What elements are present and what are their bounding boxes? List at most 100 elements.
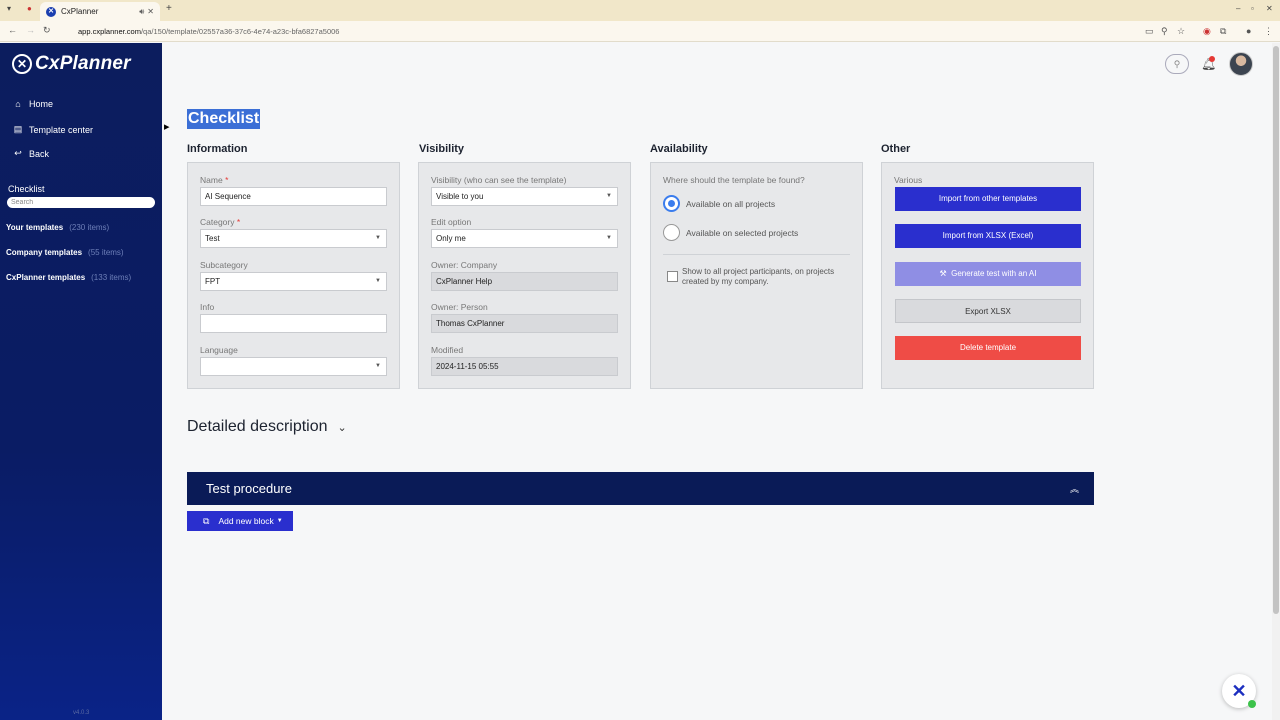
- owner-person-label: Owner: Person: [431, 302, 488, 312]
- extension-icon[interactable]: ◉: [1203, 26, 1211, 37]
- required-mark: *: [236, 217, 241, 227]
- extensions-puzzle-icon[interactable]: ⧉: [1220, 26, 1226, 37]
- detailed-description-title: Detailed description: [187, 418, 328, 435]
- caret-down-icon: ▼: [276, 518, 283, 524]
- sidebar-item-home[interactable]: ⌂ Home: [12, 99, 53, 109]
- new-tab-icon[interactable]: +: [166, 3, 172, 14]
- chevron-down-icon: ⌄: [337, 421, 347, 434]
- minimize-icon[interactable]: –: [1236, 4, 1240, 13]
- generate-ai-button[interactable]: ⚒︎ Generate test with an AI: [895, 262, 1081, 286]
- chevron-down-icon: ▼: [606, 193, 612, 199]
- edit-option-select[interactable]: Only me ▼: [431, 229, 618, 248]
- modified-label: Modified: [431, 345, 464, 355]
- chevron-down-icon: ▼: [375, 278, 381, 284]
- sidebar-group-cxplanner-templates[interactable]: CxPlanner templates (133 items): [6, 273, 131, 282]
- category-label: Category *: [200, 217, 240, 227]
- show-all-label: Show to all project participants, on pro…: [682, 267, 835, 286]
- page-title[interactable]: Checklist: [187, 109, 261, 129]
- tab-close-icon[interactable]: ✕: [147, 7, 154, 16]
- import-xlsx-button[interactable]: Import from XLSX (Excel): [895, 224, 1081, 248]
- window-close-icon[interactable]: ✕: [1266, 4, 1273, 13]
- url-path: /qa/150/template/02557a36-37c6-4e74-a23c…: [140, 27, 340, 36]
- home-icon: ⌂: [15, 99, 21, 109]
- detailed-description-toggle[interactable]: Detailed description ⌄: [187, 418, 347, 436]
- language-select[interactable]: ▼: [200, 357, 387, 376]
- scrollbar-thumb[interactable]: [1273, 46, 1279, 614]
- zoom-icon[interactable]: ⚲: [1161, 26, 1168, 37]
- name-field[interactable]: AI Sequence: [200, 187, 387, 206]
- group-count: (230 items): [69, 223, 110, 232]
- info-field[interactable]: [200, 314, 387, 333]
- generate-ai-label: Generate test with an AI: [951, 269, 1037, 278]
- subcategory-value: FPT: [205, 277, 221, 286]
- sidebar-section-label: Checklist: [8, 184, 45, 194]
- search-icon[interactable]: ⚲: [1165, 54, 1189, 74]
- logo-mark-icon: ✕: [12, 54, 32, 74]
- version-label: v4.0.3: [73, 710, 90, 716]
- visibility-label: Visibility (who can see the template): [431, 175, 567, 185]
- browser-tab-bar: ▾ ● ✕ CxPlanner 🔊︎ ✕ + – ▫ ✕: [0, 0, 1280, 21]
- radio-unselected-icon: [663, 224, 680, 241]
- radio-all-projects[interactable]: Available on all projects: [663, 195, 775, 212]
- delete-template-button[interactable]: Delete template: [895, 336, 1081, 360]
- radio-selected-icon: [663, 195, 680, 212]
- sidebar-item-back[interactable]: ↩ Back: [12, 148, 49, 159]
- notification-dot: [1209, 56, 1215, 62]
- bookmark-star-icon[interactable]: ☆: [1177, 26, 1185, 37]
- browser-tab[interactable]: ✕ CxPlanner 🔊︎ ✕: [40, 2, 160, 21]
- export-xlsx-button[interactable]: Export XLSX: [895, 299, 1081, 323]
- forward-icon[interactable]: →: [26, 25, 35, 35]
- various-label: Various: [894, 175, 923, 185]
- url-host: app.cxplanner.com: [78, 27, 141, 36]
- speaker-icon[interactable]: 🔊︎: [139, 7, 144, 17]
- maximize-icon[interactable]: ▫: [1251, 4, 1254, 13]
- test-procedure-title: Test procedure: [206, 481, 292, 496]
- profile-icon[interactable]: ●: [1246, 26, 1251, 36]
- reload-icon[interactable]: ↻: [43, 25, 51, 36]
- sidebar-item-label: Home: [29, 99, 54, 109]
- sidebar-group-company-templates[interactable]: Company templates (55 items): [6, 248, 124, 257]
- url-field[interactable]: app.cxplanner.com/qa/150/template/02557a…: [62, 24, 1142, 39]
- edit-option-value: Only me: [436, 234, 466, 243]
- avatar[interactable]: [1229, 52, 1253, 76]
- tab-title: CxPlanner: [61, 7, 99, 16]
- logo-text: CxPlanner: [35, 53, 131, 74]
- logo[interactable]: ✕ CxPlanner: [12, 53, 131, 75]
- import-from-templates-button[interactable]: Import from other templates: [895, 187, 1081, 211]
- sidebar-group-your-templates[interactable]: Your templates (230 items): [6, 223, 109, 232]
- chevron-down-icon: ▼: [606, 235, 612, 241]
- tab-search-icon[interactable]: ▾: [7, 4, 11, 13]
- sidebar-search-input[interactable]: [7, 197, 155, 208]
- subcategory-select[interactable]: FPT ▼: [200, 272, 387, 291]
- back-icon[interactable]: ←: [8, 25, 17, 35]
- add-new-block-label: Add new block: [218, 516, 274, 526]
- chevron-up-icon[interactable]: ︽: [1070, 482, 1079, 495]
- divider: [663, 254, 850, 255]
- cast-icon[interactable]: ▭: [1145, 26, 1154, 37]
- category-select[interactable]: Test ▼: [200, 229, 387, 248]
- availability-heading: Availability: [650, 143, 708, 155]
- group-count: (55 items): [88, 248, 124, 257]
- online-status-dot: [1248, 700, 1256, 708]
- sidebar-item-template-center[interactable]: ▤ Template center: [12, 124, 93, 135]
- category-label-text: Category: [200, 217, 235, 227]
- mouse-cursor-icon: ▸: [164, 121, 170, 133]
- availability-question: Where should the template be found?: [663, 175, 805, 185]
- subcategory-label: Subcategory: [200, 260, 248, 270]
- record-icon[interactable]: ●: [27, 4, 32, 13]
- address-bar-row: ← → ↻ app.cxplanner.com/qa/150/template/…: [0, 21, 1280, 42]
- add-new-block-button[interactable]: ⧉ Add new block ▼: [187, 511, 293, 531]
- chevron-down-icon: ▼: [375, 235, 381, 241]
- information-card: Name * AI Sequence Category * Test ▼ Sub…: [187, 162, 400, 389]
- show-all-checkbox[interactable]: [667, 271, 678, 282]
- edit-option-label: Edit option: [431, 217, 472, 227]
- grid-icon: ▤: [13, 124, 23, 134]
- test-procedure-header[interactable]: Test procedure ︽: [187, 472, 1094, 505]
- group-label: CxPlanner templates: [6, 273, 86, 282]
- browser-menu-icon[interactable]: ⋮: [1264, 26, 1273, 37]
- owner-person-field: Thomas CxPlanner: [431, 314, 618, 333]
- radio-selected-projects[interactable]: Available on selected projects: [663, 224, 798, 241]
- availability-card: Where should the template be found? Avai…: [650, 162, 863, 389]
- visibility-select[interactable]: Visible to you ▼: [431, 187, 618, 206]
- language-label: Language: [200, 345, 238, 355]
